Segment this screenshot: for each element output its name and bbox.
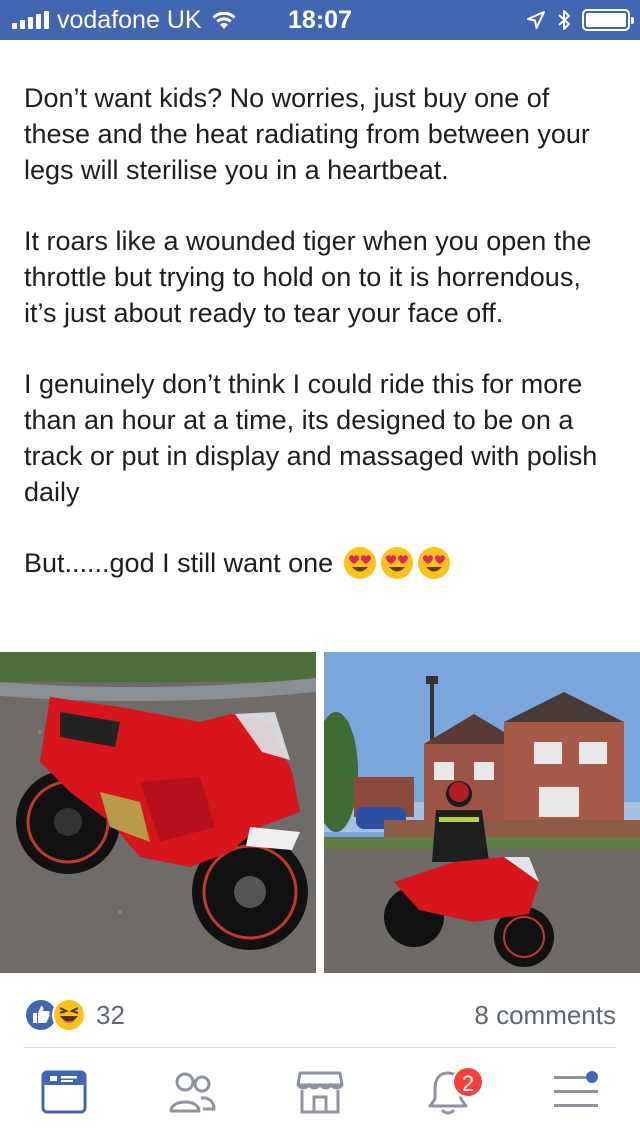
motorcycle-photo-image [0,652,316,973]
marketplace-icon [296,1071,344,1114]
comments-count-link[interactable]: 8 comments [474,1000,616,1031]
reactions-summary[interactable]: 32 [24,998,125,1032]
bluetooth-icon [558,10,570,30]
tab-friends[interactable] [128,1048,256,1136]
rider-photo-image [324,652,640,973]
friends-icon [169,1072,216,1113]
heart-eyes-emoji-icon [381,547,414,579]
heart-eyes-emoji-icon [418,547,451,579]
post-paragraph-2: It roars like a wounded tiger when you o… [24,226,592,328]
status-bar: vodafone UK 18:07 [0,0,640,40]
battery-icon [582,9,634,31]
tab-menu[interactable] [512,1048,640,1136]
reaction-count: 32 [96,999,125,1030]
tab-marketplace[interactable] [256,1048,384,1136]
post-paragraph-4-text: But......god I still want one [24,548,334,578]
post-body: Don’t want kids? No worries, just buy on… [24,80,620,581]
status-right [526,0,634,40]
menu-icon [554,1071,598,1107]
tab-news-feed[interactable] [0,1048,128,1136]
post-photo-rider[interactable] [324,652,640,973]
post-photo-motorcycle[interactable] [0,652,316,973]
post-paragraph-1: Don’t want kids? No worries, just buy on… [24,83,590,185]
post-paragraph-4: But......god I still want one [24,545,620,581]
bottom-tab-bar: 2 [0,1048,640,1136]
news-feed-icon [41,1070,87,1114]
post-paragraph-3: I genuinely don’t think I could ride thi… [24,369,598,507]
reactions-row: 32 8 comments [24,996,616,1034]
location-arrow-icon [527,11,545,29]
tab-notifications[interactable]: 2 [384,1048,512,1136]
emoji-group [343,546,451,580]
haha-reaction-icon [52,998,86,1032]
heart-eyes-emoji-icon [344,547,377,579]
notifications-badge: 2 [452,1066,484,1098]
